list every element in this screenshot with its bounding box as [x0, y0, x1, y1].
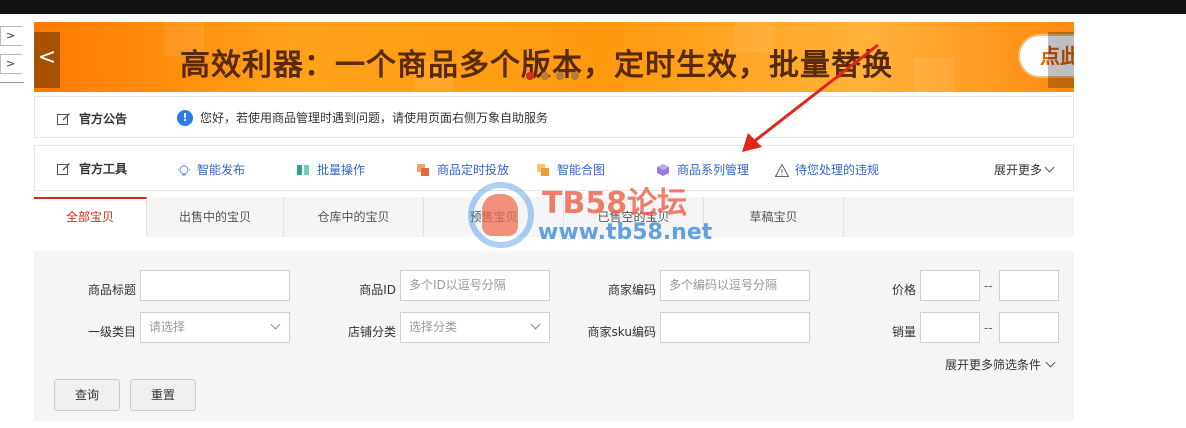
reset-button[interactable]: 重置 — [130, 379, 196, 411]
expand-button[interactable]: > — [0, 26, 22, 46]
shop-category-label: 店铺分类 — [347, 325, 396, 339]
banner-pagination — [526, 72, 579, 80]
cube-icon — [657, 163, 669, 176]
copy-icon — [537, 163, 549, 176]
expand-more-label: 展开更多 — [993, 163, 1042, 177]
title-input[interactable] — [140, 270, 290, 301]
tool-label: 批量操作 — [317, 163, 366, 177]
sku-code-input[interactable] — [660, 312, 810, 343]
expand-more-tools[interactable]: 展开更多 — [993, 161, 1055, 178]
title-label: 商品标题 — [87, 283, 136, 297]
banner-dot[interactable] — [526, 72, 534, 80]
sales-min-input[interactable] — [920, 312, 980, 343]
watermark-hand-icon — [482, 194, 518, 236]
promo-banner[interactable]: < 高效利器：一个商品多个版本，定时生效，批量替换 点此 — [34, 22, 1074, 92]
merchant-code-label: 商家编码 — [607, 283, 656, 297]
filter-panel: 商品标题 商品ID 多个ID以逗号分隔 商家编码 多个编码以逗号分隔 价格 --… — [34, 251, 1074, 421]
tool-label: 待您处理的违规 — [795, 163, 880, 177]
shop-category-select[interactable]: 选择分类 — [400, 312, 550, 343]
watermark-title: TB58论坛 — [542, 186, 688, 221]
notice-bar: 官方公告 ! 您好，若使用商品管理时遇到问题，请使用页面右侧万象自助服务 — [34, 96, 1074, 138]
tab-on-sale[interactable]: 出售中的宝贝 — [147, 197, 284, 237]
edit-icon — [57, 112, 71, 125]
range-separator: -- — [984, 279, 993, 293]
price-label: 价格 — [891, 283, 916, 297]
tool-series-management[interactable]: 商品系列管理 — [657, 161, 749, 178]
category-label: 一级类目 — [87, 325, 136, 339]
banner-dot[interactable] — [541, 72, 549, 80]
notice-label: 官方公告 — [57, 110, 127, 127]
tool-smart-image[interactable]: 智能合图 — [537, 161, 605, 178]
tool-label: 智能合图 — [557, 163, 606, 177]
copy-icon — [417, 163, 429, 176]
sales-max-input[interactable] — [999, 312, 1059, 343]
item-id-input[interactable]: 多个ID以逗号分隔 — [400, 270, 550, 301]
left-rail: > > — [0, 26, 24, 83]
price-max-input[interactable] — [999, 270, 1059, 301]
banner-prev-arrow[interactable]: < — [34, 32, 60, 88]
chevron-down-icon — [1045, 357, 1056, 368]
item-id-label: 商品ID — [359, 283, 396, 297]
tool-label: 智能发布 — [197, 163, 246, 177]
merchant-code-input[interactable]: 多个编码以逗号分隔 — [660, 270, 810, 301]
shop-category-select-value: 选择分类 — [409, 320, 458, 334]
tools-label-text: 官方工具 — [79, 162, 128, 176]
tab-all-items[interactable]: 全部宝贝 — [34, 197, 147, 237]
notice-message: ! 您好，若使用商品管理时遇到问题，请使用页面右侧万象自助服务 — [177, 109, 548, 126]
banner-next-arrow[interactable] — [1048, 32, 1074, 88]
edit-icon — [57, 162, 71, 175]
info-icon: ! — [177, 109, 193, 126]
banner-dot[interactable] — [556, 72, 564, 80]
search-button[interactable]: 查询 — [54, 379, 120, 411]
warning-icon — [774, 162, 790, 177]
expand-button[interactable]: > — [0, 54, 22, 74]
expand-more-filters[interactable]: 展开更多筛选条件 — [944, 356, 1056, 373]
tool-label: 商品定时投放 — [437, 163, 510, 177]
range-separator: -- — [984, 321, 993, 335]
tool-batch-operation[interactable]: 批量操作 — [297, 161, 365, 178]
divider — [0, 82, 24, 83]
book-icon — [297, 164, 309, 176]
category-select-value: 请选择 — [149, 320, 186, 334]
sku-code-label: 商家sku编码 — [587, 325, 656, 339]
tools-label: 官方工具 — [57, 160, 127, 177]
notice-label-text: 官方公告 — [79, 112, 128, 126]
watermark: TB58论坛 www.tb58.net — [468, 178, 728, 248]
tool-label: 商品系列管理 — [677, 163, 750, 177]
banner-dot[interactable] — [571, 72, 579, 80]
watermark-url: www.tb58.net — [538, 220, 713, 245]
chevron-down-icon — [270, 319, 281, 330]
notice-message-text: 您好，若使用商品管理时遇到问题，请使用页面右侧万象自助服务 — [200, 111, 549, 125]
tool-scheduled-launch[interactable]: 商品定时投放 — [417, 161, 509, 178]
chevron-down-icon — [1044, 162, 1055, 173]
top-bar — [0, 0, 1186, 14]
expand-more-filters-label: 展开更多筛选条件 — [944, 358, 1041, 372]
tool-smart-publish[interactable]: 智能发布 — [177, 161, 245, 178]
price-min-input[interactable] — [920, 270, 980, 301]
tool-pending-violations[interactable]: 待您处理的违规 — [774, 161, 880, 178]
tab-in-warehouse[interactable]: 仓库中的宝贝 — [284, 197, 424, 237]
sales-label: 销量 — [891, 325, 916, 339]
bulb-icon — [177, 163, 190, 176]
category-select[interactable]: 请选择 — [140, 312, 290, 343]
chevron-down-icon — [530, 319, 541, 330]
banner-decoration — [914, 58, 954, 92]
